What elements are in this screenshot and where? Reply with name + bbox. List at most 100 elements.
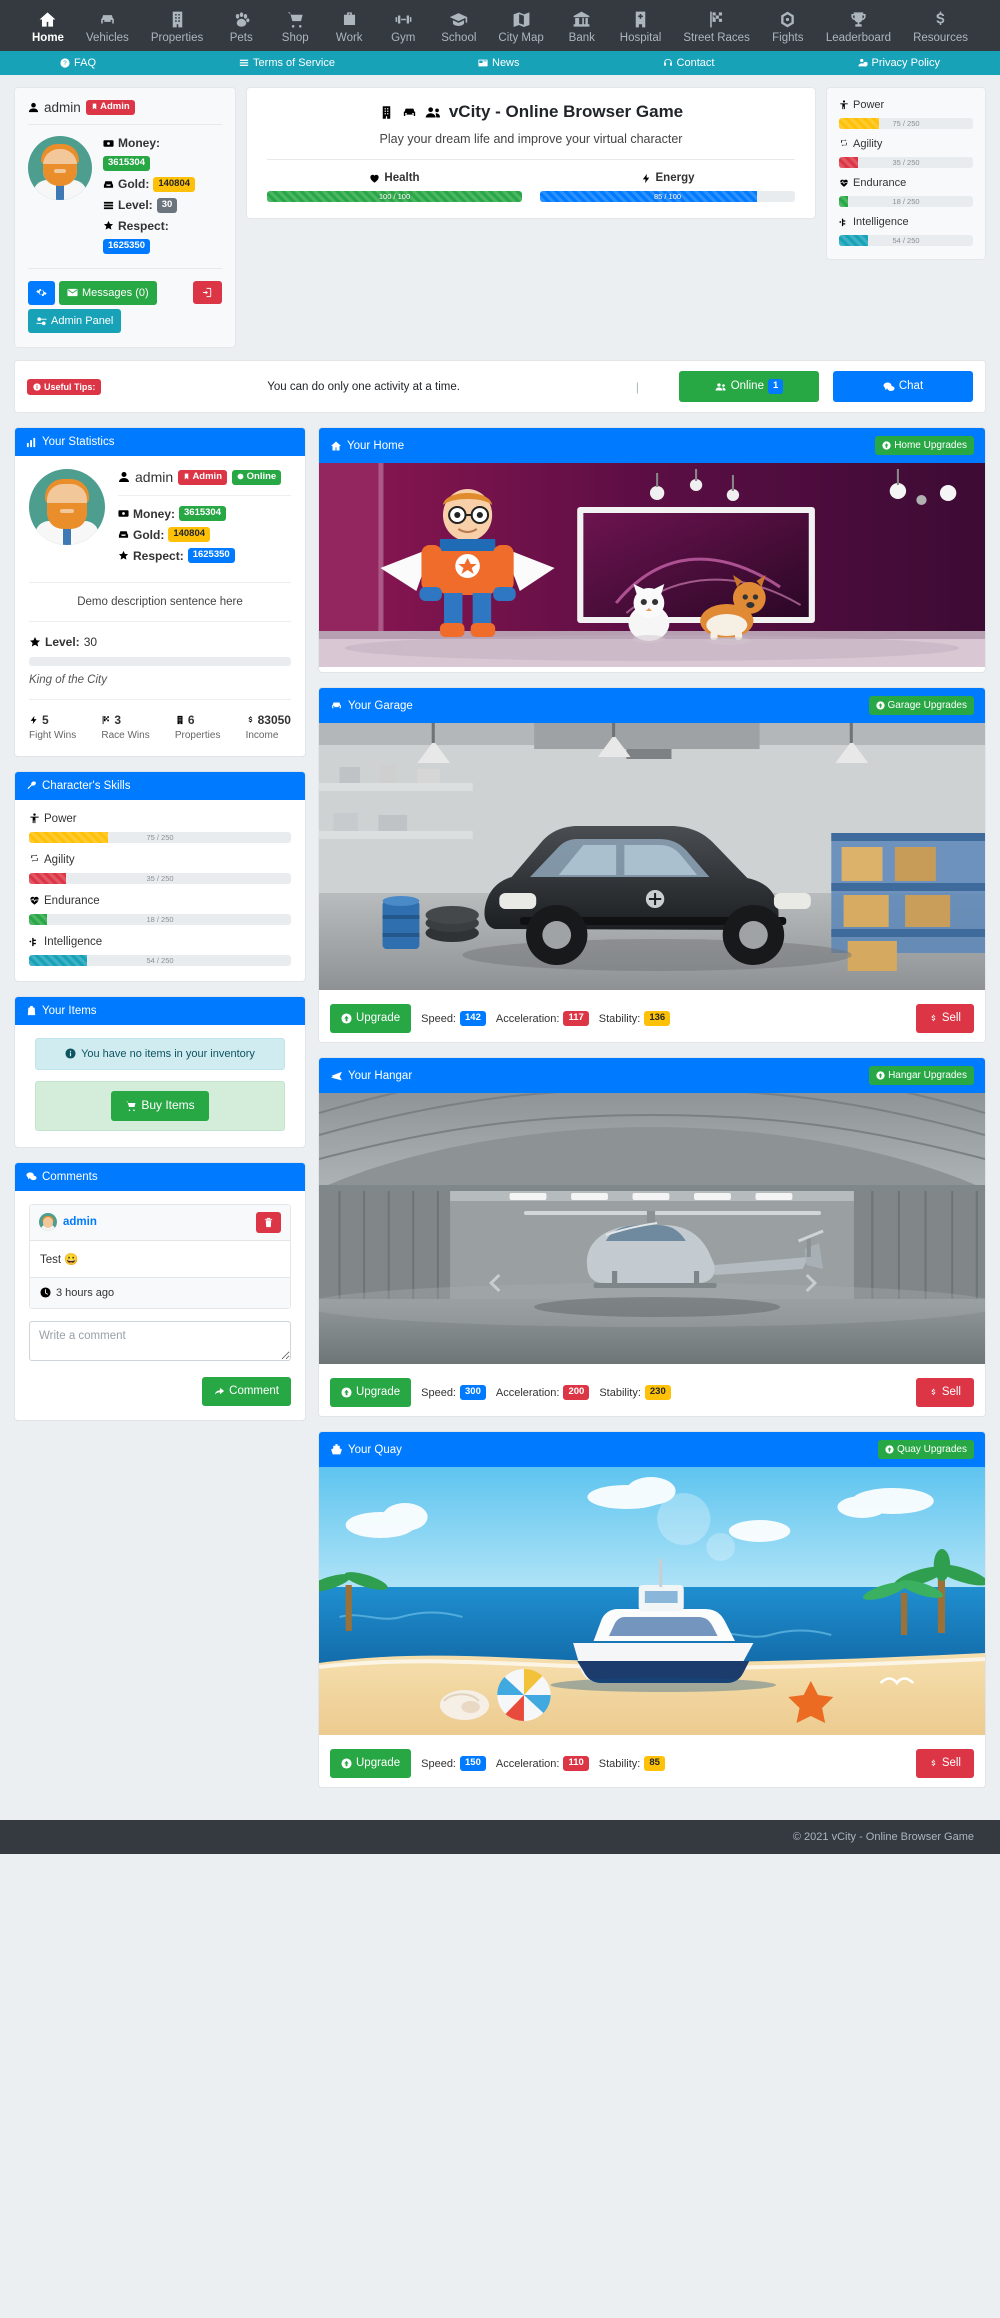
nav-item-home[interactable]: Home — [21, 6, 75, 47]
statistics-panel-title: Your Statistics — [42, 436, 115, 449]
garage-stability: Stability: 136 — [599, 1011, 671, 1027]
hangar-upgrades-button[interactable]: Hangar Upgrades — [869, 1066, 974, 1086]
nav-item-properties[interactable]: Properties — [140, 6, 214, 47]
money-value: 3615304 — [103, 156, 150, 171]
nav-item-street-races[interactable]: Street Races — [672, 6, 760, 47]
submit-comment-label: Comment — [229, 1384, 279, 1397]
statistics-gold-label: Gold: — [133, 527, 165, 542]
statistics-respect-row: Respect: 1625350 — [118, 548, 291, 563]
home-upgrades-label: Home Upgrades — [894, 440, 967, 452]
comment-input[interactable] — [29, 1320, 291, 1361]
delete-comment-button[interactable] — [256, 1211, 281, 1233]
hangar-panel: Your Hangar Hangar Upgrades Upgrade Spee… — [318, 1057, 986, 1418]
nav-item-resources[interactable]: Resources — [902, 6, 979, 47]
stat-race-wins: 3 Race Wins — [101, 713, 149, 741]
arrow-up-circle-icon — [341, 1013, 352, 1024]
statistics-money-label: Money: — [133, 506, 175, 521]
buy-items-label: Buy Items — [141, 1097, 195, 1112]
logout-icon — [202, 287, 213, 298]
map-icon — [512, 10, 531, 29]
garage-panel-title: Your Garage — [348, 699, 413, 712]
comment-author-row[interactable]: admin — [39, 1213, 97, 1232]
nav-item-vehicles[interactable]: Vehicles — [75, 6, 140, 47]
hangar-speed: Speed: 300 — [421, 1385, 486, 1401]
money-icon — [118, 508, 129, 519]
respect-row: Respect: — [103, 219, 222, 233]
brain-icon — [29, 936, 40, 947]
buy-items-button[interactable]: Buy Items — [111, 1090, 209, 1121]
online-button[interactable]: Online 1 — [679, 371, 819, 403]
nav-item-leaderboard[interactable]: Leaderboard — [815, 6, 902, 47]
stability-label: Stability: — [599, 1386, 641, 1399]
nav-item-school[interactable]: School — [430, 6, 487, 47]
nav-item-work[interactable]: Work — [322, 6, 376, 47]
nav-item-city-map[interactable]: City Map — [487, 6, 554, 47]
subnav-item-contact[interactable]: Contact — [663, 57, 714, 69]
money-row: Money: — [103, 136, 222, 150]
admin-panel-button[interactable]: Admin Panel — [28, 308, 122, 334]
settings-button[interactable] — [28, 280, 55, 305]
garage-panel: Your Garage Garage Upgrades Upgrade Spee… — [318, 687, 986, 1044]
subnav-item-privacy[interactable]: Privacy Policy — [857, 57, 940, 69]
health-label-row: Health — [267, 172, 522, 184]
garage-upgrades-button[interactable]: Garage Upgrades — [868, 696, 974, 716]
garage-image — [319, 723, 985, 995]
quay-sell-button[interactable]: Sell — [915, 1749, 974, 1779]
quay-upgrade-button[interactable]: Upgrade — [330, 1749, 412, 1779]
garage-upgrade-button[interactable]: Upgrade — [330, 1004, 412, 1034]
nav-item-bank[interactable]: Bank — [555, 6, 609, 47]
endurance-progress-text: 18 / 250 — [892, 197, 920, 206]
stat-value: 5 — [42, 712, 49, 727]
hangar-sell-button[interactable]: Sell — [915, 1378, 974, 1408]
subnav-item-terms[interactable]: Terms of Service — [239, 57, 335, 69]
bookmark-icon — [91, 102, 98, 113]
paw-icon — [232, 10, 251, 29]
power-progress-text: 75 / 250 — [892, 119, 920, 128]
stat-income: 83050 Income — [246, 713, 291, 741]
skill-endurance: Endurance 18 / 250 — [839, 177, 973, 207]
home-icon — [330, 440, 342, 452]
skills-panel-title: Character's Skills — [42, 779, 131, 792]
endurance-progress-text: 18 / 250 — [146, 914, 174, 924]
money-label: Money: — [118, 136, 160, 150]
stat-value: 83050 — [257, 712, 291, 727]
comments-panel: Comments admin Test 😀 3 hours ago Write … — [14, 1161, 306, 1421]
quay-upgrades-button[interactable]: Quay Upgrades — [877, 1440, 974, 1460]
hangar-upgrade-button[interactable]: Upgrade — [330, 1378, 412, 1408]
garage-sell-button[interactable]: Sell — [915, 1004, 974, 1034]
secondary-navigation: ? FAQ Terms of Service News Contact Priv… — [0, 51, 1000, 75]
skill-agility: Agility 35 / 250 — [839, 138, 973, 168]
home-image — [319, 463, 985, 672]
arrow-up-circle-icon — [875, 701, 885, 710]
top-summary-row: admin Admin Money: 3615304 Gold: 140804 … — [10, 75, 990, 349]
home-upgrades-button[interactable]: Home Upgrades — [875, 436, 974, 456]
skill-label: Intelligence — [44, 935, 103, 948]
subnav-item-faq[interactable]: ? FAQ — [60, 57, 96, 69]
tips-separator: | — [635, 379, 639, 394]
nav-item-gym[interactable]: Gym — [376, 6, 430, 47]
brain-icon — [839, 217, 849, 227]
tips-text: You can do only one activity at a time. — [267, 380, 460, 393]
online-count: 1 — [767, 379, 784, 395]
nav-item-shop[interactable]: Shop — [268, 6, 322, 47]
power-progress: 75 / 250 — [839, 118, 973, 129]
speed-value: 300 — [460, 1385, 486, 1401]
nav-item-hospital[interactable]: Hospital — [609, 6, 673, 47]
logout-button[interactable] — [193, 280, 222, 304]
intelligence-progress-text: 54 / 250 — [892, 236, 920, 245]
list-icon — [239, 58, 249, 68]
messages-button[interactable]: Messages (0) — [59, 280, 157, 305]
stat-caption: Income — [245, 729, 279, 741]
garage-speed: Speed: 142 — [421, 1011, 486, 1027]
subnav-item-news[interactable]: News — [478, 57, 520, 69]
nav-label: Hospital — [619, 32, 662, 44]
level-label: Level: — [118, 198, 153, 213]
buy-items-container: Buy Items — [35, 1080, 285, 1131]
submit-comment-button[interactable]: Comment — [202, 1376, 291, 1406]
nav-item-pets[interactable]: Pets — [214, 6, 268, 47]
chat-button[interactable]: Chat — [833, 371, 973, 403]
subnav-label: Terms of Service — [253, 57, 335, 69]
nav-item-fights[interactable]: Fights — [761, 6, 815, 47]
checkered-flag-icon — [707, 10, 726, 29]
quay-actions: Upgrade Speed: 150 Acceleration: 110 Sta… — [319, 1740, 985, 1788]
